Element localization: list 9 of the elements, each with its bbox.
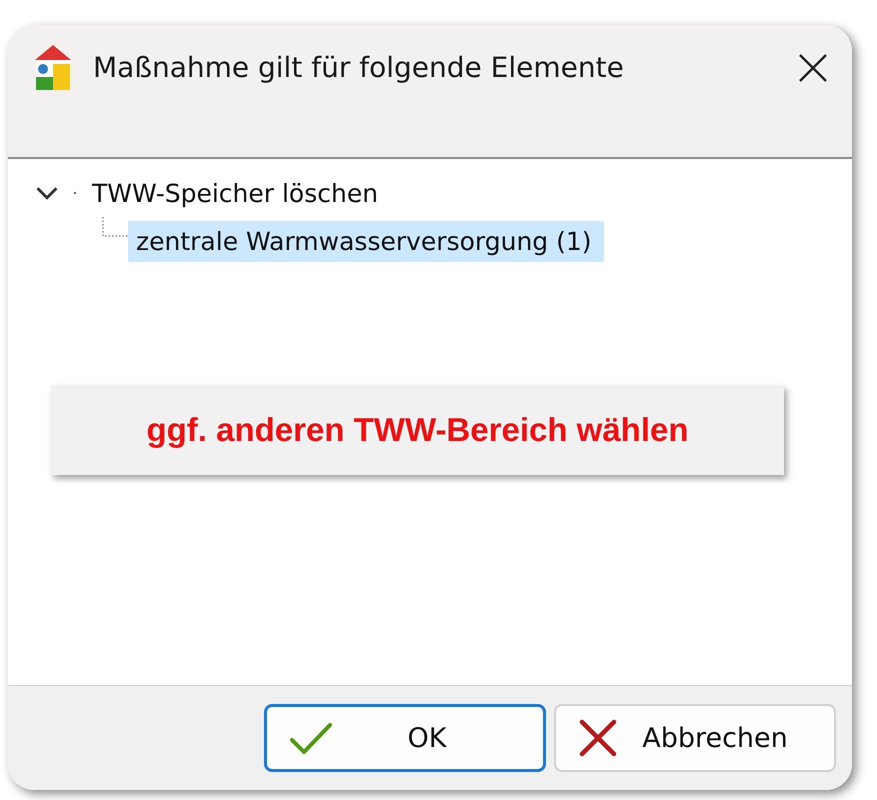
checkmark-icon bbox=[289, 721, 333, 755]
house-icon bbox=[33, 44, 73, 92]
cancel-button[interactable]: Abbrechen bbox=[554, 704, 836, 772]
tree-item[interactable]: TWW-Speicher löschen bbox=[84, 172, 390, 214]
tree-item[interactable]: zentrale Warmwasserversorgung (1) bbox=[128, 220, 604, 262]
note-callout: ggf. anderen TWW-Bereich wählen bbox=[51, 385, 784, 475]
window-title: Maßnahme gilt für folgende Elemente bbox=[93, 51, 625, 84]
cross-icon bbox=[578, 718, 618, 758]
ok-button[interactable]: OK bbox=[264, 704, 546, 772]
